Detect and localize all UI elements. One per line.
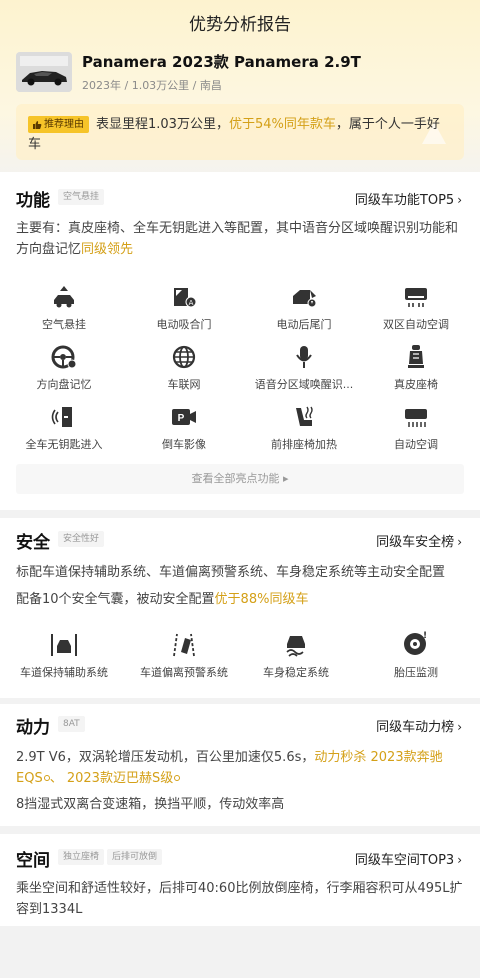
stability-control-icon bbox=[286, 636, 305, 657]
lane-departure-icon bbox=[173, 633, 195, 657]
car-meta: 2023年 / 1.03万公里 / 南昌 bbox=[82, 79, 222, 92]
car-thumbnail[interactable] bbox=[16, 52, 72, 92]
recommend-reason-box: 表显里程1.03万公里，优于54%同年款车，属于个人一手好车 推荐理由 bbox=[16, 104, 464, 160]
chevron-right-icon: › bbox=[457, 535, 462, 549]
feature-keyless-entry[interactable]: 全车无钥匙进入 bbox=[4, 404, 124, 452]
safety-card: 安全 安全性好 同级车安全榜 › 标配车道保持辅助系统、车道偏离预警系统、车身稳定… bbox=[0, 518, 480, 698]
function-desc: 主要有：真皮座椅、全车无钥匙进入等配置，其中语音分区域唤醒识别功能和方向盘记忆同… bbox=[16, 221, 459, 257]
feature-steering-memory[interactable]: 方向盘记忆 bbox=[4, 344, 124, 392]
feature-lane-departure[interactable]: 车道偏离预警系统 bbox=[124, 630, 244, 680]
leather-seat-icon bbox=[408, 345, 424, 368]
triangle-right-icon: ▸ bbox=[282, 472, 289, 485]
feature-seat-heating[interactable]: 前排座椅加热 bbox=[244, 404, 364, 452]
function-top5-link[interactable]: 同级车功能TOP5 › bbox=[355, 189, 462, 208]
power-desc-gearbox: 8挡湿式双离合变速箱，换挡平顺，传动效率高 bbox=[16, 797, 285, 812]
function-tag: 空气悬挂 bbox=[58, 189, 105, 205]
power-desc-engine: 2.9T V6，双涡轮增压发动机，百公里加速仅5.6s，动力秒杀 2023款奔驰… bbox=[16, 750, 443, 786]
space-top3-link[interactable]: 同级车空间TOP3 › bbox=[355, 849, 462, 868]
feature-dual-zone-ac[interactable]: 双区自动空调 bbox=[356, 284, 476, 332]
svg-text:P: P bbox=[178, 413, 185, 424]
auto-ac-icon bbox=[405, 409, 427, 427]
feature-reverse-camera[interactable]: P 倒车影像 bbox=[124, 404, 244, 452]
feature-auto-ac[interactable]: 自动空调 bbox=[356, 404, 476, 452]
reverse-camera-icon: P bbox=[172, 409, 196, 425]
safety-tag: 安全性好 bbox=[58, 531, 105, 547]
steering-memory-icon bbox=[51, 345, 77, 369]
soft-close-door-icon: A bbox=[174, 288, 197, 308]
feature-voice-zone[interactable]: 语音分区域唤醒识... bbox=[244, 344, 364, 392]
air-suspension-icon bbox=[54, 286, 74, 308]
space-card: 空间 独立座椅 后排可放倒 同级车空间TOP3 › 乘坐空间和舒适性较好，后排可4… bbox=[0, 834, 480, 926]
compare-maybach-link[interactable]: 2023款迈巴赫S级 bbox=[67, 771, 181, 786]
chevron-right-icon: › bbox=[457, 853, 462, 867]
section-title-safety: 安全 bbox=[16, 533, 50, 553]
section-title-function: 功能 bbox=[16, 191, 50, 211]
search-icon bbox=[174, 775, 181, 781]
space-tag-seats: 独立座椅 bbox=[58, 849, 105, 865]
feature-air-suspension[interactable]: 空气悬挂 bbox=[4, 284, 124, 332]
space-desc: 乘坐空间和舒适性较好，后排可40:60比例放倒座椅，行李厢容积可从495L扩容到… bbox=[16, 881, 463, 917]
svg-text:!: ! bbox=[423, 631, 427, 641]
recommend-reason-tag: 推荐理由 bbox=[28, 116, 89, 133]
feature-connected-car[interactable]: 车联网 bbox=[124, 344, 244, 392]
feature-power-tailgate[interactable]: 电动后尾门 bbox=[244, 284, 364, 332]
power-card: 动力 8AT 同级车动力榜 › 2.9T V6，双涡轮增压发动机，百公里加速仅5.… bbox=[0, 704, 480, 826]
feature-stability-control[interactable]: 车身稳定系统 bbox=[236, 630, 356, 680]
view-all-features-button[interactable]: 查看全部亮点功能 ▸ bbox=[16, 464, 464, 494]
tire-pressure-icon: ! bbox=[404, 631, 427, 655]
safety-desc-active: 标配车道保持辅助系统、车道偏离预警系统、车身稳定系统等主动安全配置 bbox=[16, 565, 446, 580]
safety-rank-link[interactable]: 同级车安全榜 › bbox=[376, 531, 462, 550]
keyless-entry-icon bbox=[51, 407, 72, 427]
feature-leather-seat[interactable]: 真皮座椅 bbox=[356, 344, 476, 392]
power-tailgate-icon bbox=[293, 290, 317, 308]
seat-heating-icon bbox=[296, 406, 313, 426]
car-name: Panamera 2023款 Panamera 2.9T bbox=[82, 53, 361, 71]
thumbs-up-icon bbox=[33, 120, 42, 129]
power-tag: 8AT bbox=[58, 716, 85, 732]
search-icon bbox=[43, 775, 50, 781]
feature-soft-close-door[interactable]: A 电动吸合门 bbox=[124, 284, 244, 332]
feature-tire-pressure[interactable]: ! 胎压监测 bbox=[356, 630, 476, 680]
section-title-space: 空间 bbox=[16, 851, 50, 871]
feature-lane-keep[interactable]: 车道保持辅助系统 bbox=[4, 630, 124, 680]
dual-zone-ac-icon bbox=[405, 288, 427, 307]
svg-text:A: A bbox=[189, 299, 194, 307]
function-card: 功能 空气悬挂 同级车功能TOP5 › 主要有：真皮座椅、全车无钥匙进入等配置，其… bbox=[0, 172, 480, 510]
page-title: 优势分析报告 bbox=[189, 15, 291, 35]
space-tag-fold: 后排可放倒 bbox=[107, 849, 163, 865]
safety-desc-passive: 配备10个安全气囊，被动安全配置优于88%同级车 bbox=[16, 592, 309, 607]
reason-text: 表显里程1.03万公里，优于54%同年款车，属于个人一手好车 bbox=[28, 117, 440, 152]
chevron-right-icon: › bbox=[457, 193, 462, 207]
power-rank-link[interactable]: 同级车动力榜 › bbox=[376, 716, 462, 735]
connected-car-icon bbox=[172, 345, 196, 369]
chevron-right-icon: › bbox=[457, 720, 462, 734]
lane-keep-icon bbox=[51, 634, 77, 656]
section-title-power: 动力 bbox=[16, 718, 50, 738]
voice-zone-icon bbox=[296, 346, 312, 368]
